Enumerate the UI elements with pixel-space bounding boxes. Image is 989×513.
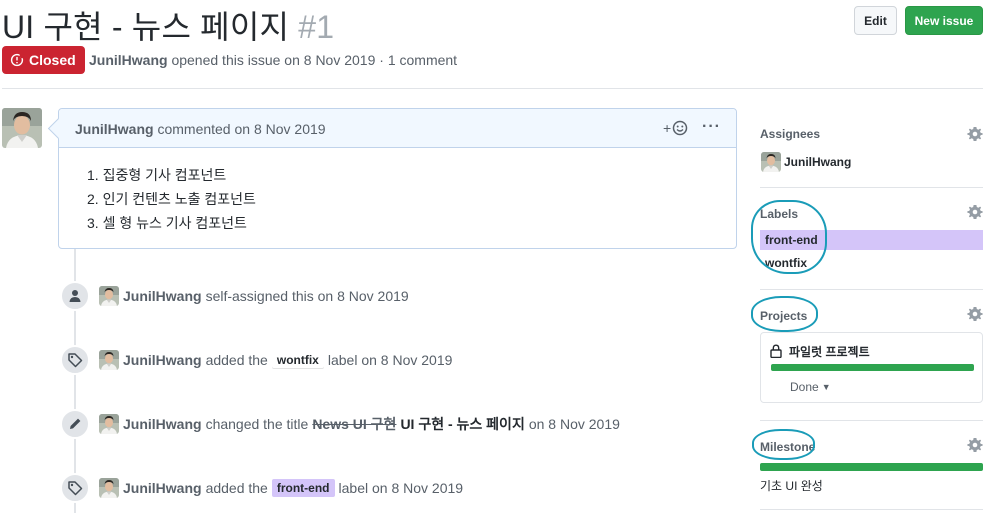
issue-title: UI 구현 - 뉴스 페이지 bbox=[2, 9, 290, 45]
pencil-icon bbox=[70, 418, 81, 429]
list-item: 2. 인기 컨텐츠 노출 컴포넌트 bbox=[87, 191, 256, 207]
avatar[interactable] bbox=[99, 478, 119, 498]
project-name[interactable]: 파일럿 프로젝트 bbox=[789, 343, 870, 360]
list-item: 1. 집중형 기사 컴포넌트 bbox=[87, 167, 227, 183]
event-author-link[interactable]: JunilHwang bbox=[123, 288, 202, 304]
kebab-menu-icon[interactable]: ··· bbox=[702, 118, 721, 136]
smiley-icon bbox=[672, 120, 688, 136]
sidebar-label-front-end[interactable]: front-end bbox=[760, 230, 983, 250]
assignees-title[interactable]: Assignees bbox=[760, 127, 820, 141]
timeline-badge bbox=[60, 473, 90, 503]
add-reaction-button[interactable]: + bbox=[663, 120, 688, 136]
comment-author-link[interactable]: JunilHwang bbox=[75, 121, 154, 137]
avatar[interactable] bbox=[99, 350, 119, 370]
closed-issue-icon bbox=[10, 53, 24, 67]
timeline-event: JunilHwang added the front-end label on … bbox=[99, 478, 463, 498]
label-wontfix[interactable]: wontfix bbox=[271, 351, 324, 369]
chevron-down-icon: ▼ bbox=[821, 382, 831, 392]
avatar[interactable] bbox=[99, 286, 119, 306]
issue-comment: JunilHwang commented on 8 Nov 2019 + ···… bbox=[58, 108, 737, 249]
new-title: UI 구현 - 뉴스 페이지 bbox=[400, 416, 525, 432]
reaction-plus: + bbox=[663, 120, 672, 136]
project-status-dropdown[interactable]: Done ▼ bbox=[790, 380, 831, 394]
tag-icon bbox=[68, 481, 83, 496]
sidebar-divider bbox=[760, 187, 983, 188]
milestone-title[interactable]: Milestone bbox=[760, 440, 815, 454]
issue-author-link[interactable]: JunilHwang bbox=[89, 52, 168, 68]
issue-meta: JunilHwang opened this issue on 8 Nov 20… bbox=[89, 52, 457, 68]
edit-button[interactable]: Edit bbox=[854, 6, 897, 35]
timeline-badge bbox=[60, 345, 90, 375]
label-front-end[interactable]: front-end bbox=[271, 479, 335, 497]
comment-date: commented on 8 Nov 2019 bbox=[153, 121, 326, 137]
avatar[interactable] bbox=[99, 414, 119, 434]
event-text: on 8 Nov 2019 bbox=[528, 416, 620, 432]
page-title: UI 구현 - 뉴스 페이지 #1 bbox=[2, 2, 334, 48]
new-issue-button[interactable]: New issue bbox=[905, 6, 983, 35]
labels-title[interactable]: Labels bbox=[760, 207, 798, 221]
event-text: changed the title bbox=[205, 416, 309, 432]
gear-icon[interactable] bbox=[967, 437, 983, 453]
issue-meta-text: opened this issue on 8 Nov 2019 · 1 comm… bbox=[167, 52, 458, 68]
lock-icon bbox=[770, 344, 782, 358]
sidebar-divider bbox=[760, 509, 983, 510]
avatar[interactable] bbox=[2, 108, 42, 148]
comment-meta: JunilHwang commented on 8 Nov 2019 bbox=[75, 121, 326, 137]
event-author-link[interactable]: JunilHwang bbox=[123, 416, 202, 432]
event-author-link[interactable]: JunilHwang bbox=[123, 352, 202, 368]
event-text: self-assigned this on 8 Nov 2019 bbox=[205, 288, 409, 304]
milestone-name[interactable]: 기초 UI 완성 bbox=[760, 477, 823, 494]
projects-title[interactable]: Projects bbox=[760, 309, 807, 323]
timeline-event: JunilHwang added the wontfix label on 8 … bbox=[99, 350, 452, 370]
sidebar-divider bbox=[760, 289, 983, 290]
person-icon bbox=[69, 290, 81, 302]
header-divider bbox=[2, 88, 983, 89]
event-text: added the bbox=[205, 352, 268, 368]
assignee-name: JunilHwang bbox=[784, 155, 852, 169]
event-text: added the bbox=[205, 480, 268, 496]
list-item: 3. 셀 형 뉴스 기사 컴포넌트 bbox=[87, 215, 247, 231]
avatar bbox=[761, 152, 781, 172]
project-status-label: Done bbox=[790, 380, 819, 394]
timeline-badge bbox=[60, 281, 90, 311]
gear-icon[interactable] bbox=[967, 204, 983, 220]
timeline-event: JunilHwang self-assigned this on 8 Nov 2… bbox=[99, 286, 409, 306]
timeline-badge bbox=[60, 409, 90, 439]
timeline-event: JunilHwang changed the title News UI 구현 … bbox=[99, 414, 620, 434]
milestone-progress-bar bbox=[760, 463, 983, 471]
sidebar-divider bbox=[760, 420, 983, 421]
event-text: label on 8 Nov 2019 bbox=[338, 480, 464, 496]
event-text: label on 8 Nov 2019 bbox=[327, 352, 453, 368]
event-author-link[interactable]: JunilHwang bbox=[123, 480, 202, 496]
issue-number: #1 bbox=[298, 9, 335, 45]
project-progress-bar bbox=[771, 364, 974, 371]
old-title: News UI 구현 bbox=[312, 416, 397, 432]
comment-header: JunilHwang commented on 8 Nov 2019 + ··· bbox=[59, 109, 736, 148]
status-badge: Closed bbox=[2, 46, 85, 74]
gear-icon[interactable] bbox=[967, 126, 983, 142]
project-card[interactable]: 파일럿 프로젝트 Done ▼ bbox=[760, 332, 983, 403]
tag-icon bbox=[68, 353, 83, 368]
assignee-item[interactable]: JunilHwang bbox=[761, 152, 851, 172]
status-label: Closed bbox=[29, 52, 76, 68]
sidebar-label-wontfix[interactable]: wontfix bbox=[760, 253, 983, 273]
gear-icon[interactable] bbox=[967, 306, 983, 322]
comment-body: 1. 집중형 기사 컴포넌트 2. 인기 컨텐츠 노출 컴포넌트 3. 셀 형 … bbox=[59, 148, 736, 235]
